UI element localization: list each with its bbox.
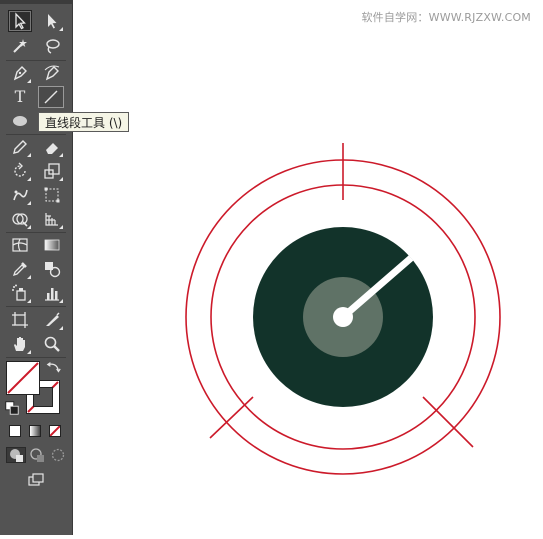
toolbar-divider [6, 134, 66, 135]
mesh-tool[interactable] [8, 234, 32, 256]
perspective-grid-tool[interactable] [40, 208, 64, 230]
arrow-icon [15, 12, 26, 30]
left-guide-line [209, 396, 254, 439]
color-mode-button[interactable] [9, 425, 21, 437]
gradient-mode-button[interactable] [29, 425, 41, 437]
hand-tool[interactable] [8, 333, 32, 355]
lasso-tool[interactable] [40, 35, 64, 57]
artboard-canvas[interactable] [73, 0, 543, 535]
screen-mode-icon [28, 473, 44, 486]
symbol-sprayer-tool[interactable] [8, 282, 32, 304]
mesh-icon [12, 238, 28, 252]
toolbar-divider [6, 306, 66, 307]
none-slash-icon [50, 426, 60, 436]
puppet-warp-tool[interactable] [8, 184, 32, 206]
center-pin [333, 307, 353, 327]
draw-inside-icon [51, 448, 65, 462]
slice-tool[interactable] [40, 309, 64, 331]
line-segment-tool[interactable] [38, 86, 64, 108]
selection-tool[interactable] [8, 10, 32, 32]
type-icon: T [14, 87, 26, 106]
artboard-tool[interactable] [8, 309, 32, 331]
magic-wand-icon [13, 39, 27, 53]
free-transform-icon [44, 187, 60, 203]
draw-behind-icon [30, 448, 44, 462]
draw-behind-button[interactable] [27, 447, 47, 463]
eraser-tool[interactable] [40, 136, 64, 158]
draw-inside-button[interactable] [48, 447, 68, 463]
blend-tool[interactable] [40, 258, 64, 280]
toolbar-divider [6, 60, 66, 61]
zoom-icon [44, 336, 60, 352]
type-tool[interactable]: T [8, 86, 32, 108]
column-graph-tool[interactable] [40, 282, 64, 304]
toolbar-divider [6, 357, 66, 358]
gradient-tool[interactable] [40, 234, 64, 256]
artboard-icon [12, 312, 28, 328]
eyedropper-tool[interactable] [8, 258, 32, 280]
draw-normal-icon [10, 449, 23, 462]
toolbar-divider [6, 232, 66, 233]
draw-normal-button[interactable] [6, 447, 26, 463]
curvature-tool[interactable] [40, 62, 64, 84]
artwork [185, 143, 501, 475]
default-fill-stroke-button[interactable] [4, 400, 20, 416]
fill-swatch[interactable] [6, 361, 40, 395]
right-guide-line [422, 396, 474, 448]
gradient-icon [44, 239, 60, 251]
free-transform-tool[interactable] [40, 184, 64, 206]
shape-builder-tool[interactable] [8, 208, 32, 230]
magic-wand-tool[interactable] [8, 35, 32, 57]
ellipse-tool[interactable] [8, 110, 32, 132]
curvature-pen-icon [44, 65, 60, 81]
swap-arrows-icon [46, 362, 61, 373]
line-icon [44, 90, 58, 104]
scale-tool[interactable] [40, 160, 64, 182]
pen-tool[interactable] [8, 62, 32, 84]
default-colors-icon [5, 401, 19, 415]
none-mode-button[interactable] [49, 425, 61, 437]
panel-grip[interactable] [0, 0, 73, 4]
watermark-text: 软件自学网：WWW.RJZXW.COM [361, 11, 531, 24]
rotate-tool[interactable] [8, 160, 32, 182]
zoom-tool[interactable] [40, 333, 64, 355]
direct-selection-tool[interactable] [40, 10, 64, 32]
screen-mode-button[interactable] [24, 470, 48, 490]
ellipse-icon [13, 116, 27, 126]
swap-fill-stroke-button[interactable] [46, 360, 62, 376]
tools-panel: T [0, 0, 73, 535]
blend-icon [45, 262, 61, 278]
lasso-icon [46, 39, 60, 54]
pencil-tool[interactable] [8, 136, 32, 158]
none-slash-icon [7, 362, 39, 394]
